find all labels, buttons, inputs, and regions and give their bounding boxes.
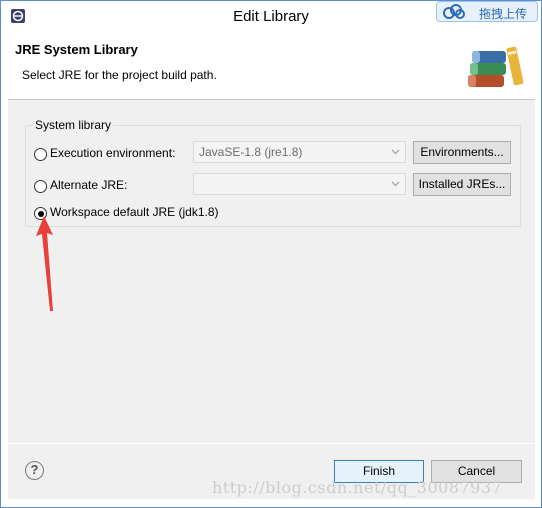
header-title: JRE System Library	[15, 42, 138, 57]
watermark-text: http://blog.csdn.net/qq_30087937	[212, 478, 503, 497]
execution-environment-value: JavaSE-1.8 (jre1.8)	[199, 145, 303, 159]
environments-button[interactable]: Environments...	[413, 141, 511, 164]
execution-environment-radio[interactable]	[34, 148, 47, 161]
dialog-body: System library Execution environment: Ja…	[8, 100, 535, 443]
chevron-down-icon	[391, 181, 400, 187]
library-books-icon	[468, 46, 524, 87]
alternate-jre-combo[interactable]	[193, 173, 406, 195]
edit-library-dialog: Edit Library 拖拽上传 JRE System Library Sel…	[0, 0, 542, 508]
header-subtitle: Select JRE for the project build path.	[22, 68, 217, 82]
workspace-default-jre-label: Workspace default JRE (jdk1.8)	[50, 205, 219, 219]
help-icon[interactable]: ?	[25, 461, 44, 480]
drag-upload-button[interactable]: 拖拽上传	[436, 1, 538, 22]
dialog-header: JRE System Library Select JRE for the pr…	[8, 33, 535, 100]
group-label: System library	[33, 118, 114, 132]
title-bar: Edit Library 拖拽上传	[1, 1, 541, 33]
installed-jres-button[interactable]: Installed JREs...	[413, 173, 511, 196]
drag-upload-label: 拖拽上传	[479, 7, 528, 21]
alternate-jre-label: Alternate JRE:	[50, 178, 128, 192]
red-annotation-arrow	[36, 216, 53, 311]
chevron-down-icon	[391, 149, 400, 155]
system-library-group: System library Execution environment: Ja…	[25, 118, 521, 227]
cloud-upload-icon	[443, 4, 465, 19]
alternate-jre-radio[interactable]	[34, 180, 47, 193]
execution-environment-combo[interactable]: JavaSE-1.8 (jre1.8)	[193, 141, 406, 163]
execution-environment-label: Execution environment:	[50, 146, 176, 160]
